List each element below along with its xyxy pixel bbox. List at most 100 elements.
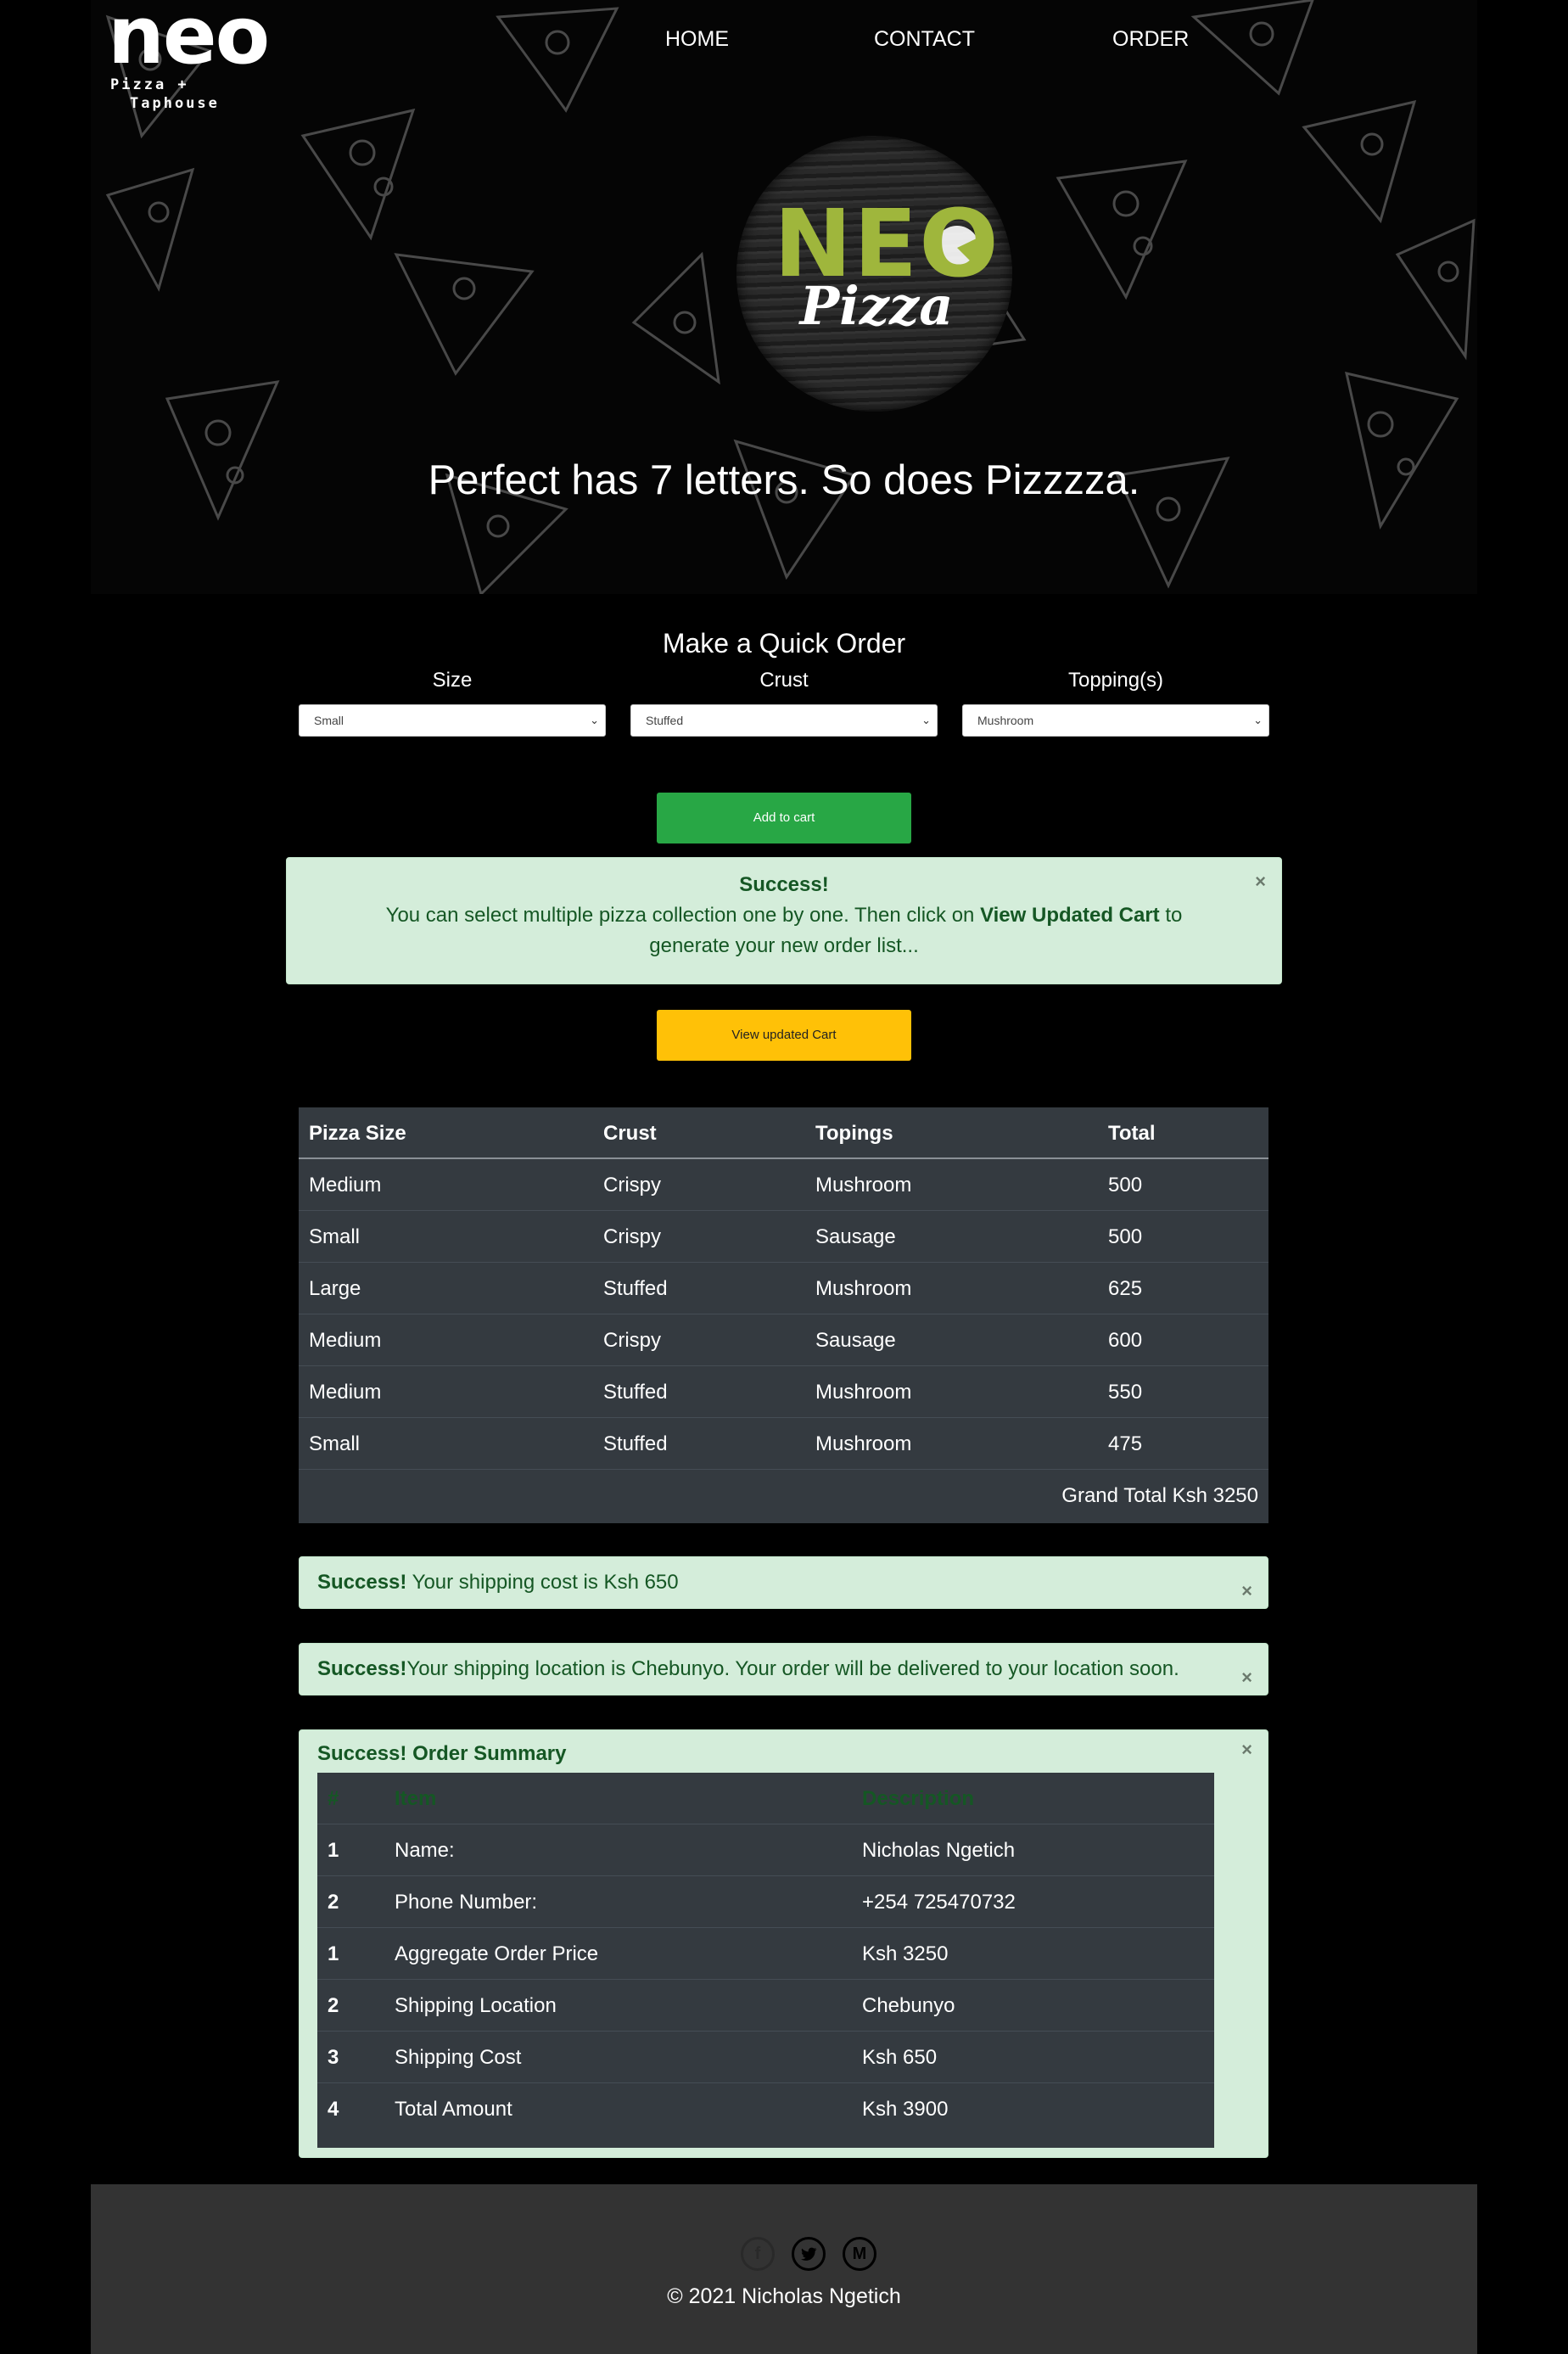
table-cell: Crispy: [603, 1174, 662, 1197]
table-cell: 3: [328, 2046, 339, 2069]
order-summary-table: # Item Description 1 Name: Nicholas Ngetich 2 P…: [317, 1773, 1214, 2148]
toppings-select[interactable]: Mushroom ⌄: [962, 704, 1269, 737]
copyright-text: © 2021 Nicholas Ngetich: [667, 2284, 901, 2308]
table-cell: Crispy: [603, 1225, 662, 1248]
table-cell: Mushroom: [815, 1381, 912, 1404]
table-row: Small Stuffed Mushroom 475: [299, 1418, 1268, 1470]
table-cell: Stuffed: [603, 1432, 668, 1455]
gmail-icon[interactable]: M: [843, 2237, 876, 2271]
table-row: 4 Total Amount Ksh 3900: [317, 2083, 1214, 2135]
table-row: 3 Shipping Cost Ksh 650: [317, 2032, 1214, 2083]
table-cell: 2: [328, 1994, 339, 2017]
table-cell: Stuffed: [603, 1381, 668, 1404]
crust-select[interactable]: Stuffed ⌄: [630, 704, 938, 737]
alert-text: Your shipping location is Chebunyo. Your…: [406, 1657, 1179, 1680]
table-cell: Ksh 650: [862, 2046, 938, 2069]
alert-text: Your shipping cost is Ksh 650: [406, 1571, 679, 1594]
crust-label: Crust: [759, 669, 809, 692]
close-icon[interactable]: ×: [1255, 866, 1266, 897]
table-cell: Medium: [309, 1381, 382, 1404]
chevron-down-icon: ⌄: [1253, 714, 1263, 726]
close-icon[interactable]: ×: [1241, 1652, 1252, 1703]
cart-header-row: Pizza Size Crust Topings Total: [299, 1107, 1268, 1159]
table-cell: Chebunyo: [862, 1994, 955, 2017]
table-row: Large Stuffed Mushroom 625: [299, 1263, 1268, 1314]
toppings-label: Topping(s): [1067, 669, 1164, 692]
table-cell: Total Amount: [395, 2098, 512, 2121]
table-cell: Crispy: [603, 1329, 662, 1352]
chevron-down-icon: ⌄: [590, 714, 599, 726]
badge-pizza-text: Pizza: [799, 275, 954, 337]
close-icon[interactable]: ×: [1241, 1566, 1252, 1617]
add-to-cart-button[interactable]: Add to cart: [657, 793, 911, 844]
table-cell: Mushroom: [815, 1277, 912, 1300]
table-cell: Small: [309, 1432, 361, 1455]
summary-header-row: # Item Description: [317, 1773, 1214, 1824]
order-summary-title: Success! Order Summary: [317, 1742, 567, 1765]
logo-subtitle-line1: Pizza +: [110, 76, 189, 93]
table-cell: 600: [1108, 1329, 1143, 1352]
table-row: 1 Aggregate Order Price Ksh 3250: [317, 1928, 1214, 1980]
column-header: Description: [862, 1787, 975, 1810]
hero-banner: NEO Pizza: [91, 0, 1477, 594]
table-cell: Sausage: [815, 1329, 896, 1352]
column-header: #: [328, 1787, 339, 1810]
size-label: Size: [432, 669, 473, 692]
alert-message: You can select multiple pizza collection…: [385, 904, 1183, 957]
column-header: Item: [395, 1787, 437, 1810]
facebook-icon[interactable]: f: [741, 2237, 775, 2271]
table-row: 2 Phone Number: +254 725470732: [317, 1876, 1214, 1928]
table-cell: 550: [1108, 1381, 1143, 1404]
twitter-icon[interactable]: [792, 2237, 826, 2271]
table-cell: 625: [1108, 1277, 1143, 1300]
column-header: Crust: [603, 1122, 657, 1145]
table-cell: Shipping Location: [395, 1994, 557, 2017]
table-cell: 500: [1108, 1225, 1143, 1248]
table-cell: 4: [328, 2098, 339, 2121]
table-cell: Medium: [309, 1329, 382, 1352]
shipping-cost-alert: Success! Your shipping cost is Ksh 650 ×: [299, 1556, 1268, 1609]
table-row: Medium Stuffed Mushroom 550: [299, 1366, 1268, 1418]
cart-table: Pizza Size Crust Topings Total Medium Crispy M…: [299, 1107, 1268, 1523]
table-cell: 475: [1108, 1432, 1143, 1455]
table-cell: Large: [309, 1277, 361, 1300]
table-row: Medium Crispy Mushroom 500: [299, 1159, 1268, 1211]
table-row: 1 Name: Nicholas Ngetich: [317, 1824, 1214, 1876]
table-cell: 2: [328, 1891, 339, 1914]
table-row: Medium Crispy Sausage 600: [299, 1314, 1268, 1366]
table-cell: Ksh 3900: [862, 2098, 949, 2121]
table-cell: Medium: [309, 1174, 382, 1197]
nav-home-link[interactable]: HOME: [665, 27, 729, 52]
table-cell: Name:: [395, 1839, 455, 1862]
footer: f M © 2021 Nicholas Ngetich: [91, 2184, 1477, 2354]
toppings-select-value: Mushroom: [977, 714, 1034, 727]
shipping-location-alert: Success!Your shipping location is Chebun…: [299, 1643, 1268, 1695]
table-cell: Phone Number:: [395, 1891, 538, 1914]
table-cell: +254 725470732: [862, 1891, 1016, 1914]
table-cell: Stuffed: [603, 1277, 668, 1300]
size-select[interactable]: Small ⌄: [299, 704, 606, 737]
table-cell: Aggregate Order Price: [395, 1942, 599, 1965]
column-header: Topings: [815, 1122, 893, 1145]
nav-order-link[interactable]: ORDER: [1112, 27, 1189, 52]
close-icon[interactable]: ×: [1241, 1739, 1252, 1761]
table-cell: 1: [328, 1942, 339, 1965]
view-updated-cart-button[interactable]: View updated Cart: [657, 1010, 911, 1061]
nav-contact-link[interactable]: CONTACT: [874, 27, 975, 52]
site-logo[interactable]: neo Pizza + Taphouse: [108, 0, 270, 112]
alert-bold: Success!: [317, 1571, 407, 1594]
hero-tagline: Perfect has 7 letters. So does Pizzzza.: [428, 457, 1140, 503]
quick-order-title: Make a Quick Order: [662, 628, 906, 659]
table-cell: 500: [1108, 1174, 1143, 1197]
table-cell: Mushroom: [815, 1174, 912, 1197]
table-cell: Sausage: [815, 1225, 896, 1248]
size-select-value: Small: [314, 714, 344, 727]
table-row: 2 Shipping Location Chebunyo: [317, 1980, 1214, 2032]
order-summary-alert: × Success! Order Summary # Item Descriptio…: [299, 1729, 1268, 2158]
crust-select-value: Stuffed: [646, 714, 684, 727]
table-cell: Nicholas Ngetich: [862, 1839, 1016, 1862]
logo-subtitle-line2: Taphouse: [130, 95, 220, 112]
table-row: Small Crispy Sausage 500: [299, 1211, 1268, 1263]
main-nav: HOME CONTACT ORDER: [0, 27, 1568, 53]
column-header: Total: [1108, 1122, 1156, 1145]
